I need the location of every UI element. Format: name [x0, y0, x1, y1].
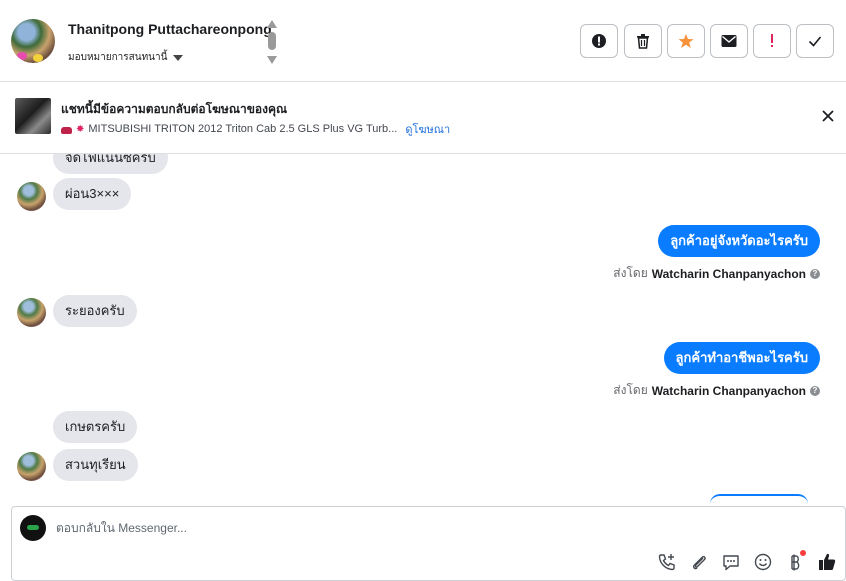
delete-button[interactable]: [624, 24, 662, 58]
message-composer: [11, 506, 846, 581]
conversation-nav[interactable]: [266, 20, 278, 66]
exclamation-icon: [771, 34, 773, 47]
ad-context-bar: แชทนี้มีข้อความตอบกลับต่อโฆษณาของคุณ ✸ M…: [0, 82, 846, 154]
ad-thumbnail[interactable]: [15, 98, 51, 134]
ad-description: ✸ MITSUBISHI TRITON 2012 Triton Cab 2.5 …: [61, 120, 450, 138]
message-bubble-outgoing: ลูกค้าอยู่จังหวัดอะไรครับ: [658, 225, 820, 257]
chevron-down-icon: [173, 54, 184, 61]
star-button[interactable]: [667, 24, 705, 58]
contact-avatar-small: [17, 298, 46, 327]
sent-by-label: ส่งโดย Watcharin Chanpanyachon ?: [613, 381, 820, 400]
checkmark-icon: [808, 36, 822, 47]
burst-emoji-icon: ✸: [76, 123, 85, 135]
message-bubble-incoming: จัดไฟแนนซ์ครับ: [53, 154, 168, 174]
contact-avatar-small: [17, 452, 46, 481]
mark-unread-button[interactable]: [710, 24, 748, 58]
sender-name: Watcharin Chanpanyachon: [651, 266, 806, 281]
message-bubble-outgoing: ลูกค้าทำอาชีพอะไรครับ: [663, 342, 820, 374]
composer-toolbar: [657, 550, 837, 574]
ad-notice-title: แชทนี้มีข้อความตอบกลับต่อโฆษณาของคุณ: [61, 102, 288, 116]
phone-plus-icon[interactable]: [657, 552, 677, 572]
arrow-up-icon[interactable]: [267, 20, 277, 28]
trash-icon: [637, 34, 649, 49]
view-ad-link[interactable]: ดูโฆษณา: [405, 120, 450, 138]
sent-by-prefix: ส่งโดย: [613, 266, 648, 280]
close-icon[interactable]: [820, 108, 836, 124]
mail-icon: [721, 35, 737, 47]
contact-avatar-small: [17, 182, 46, 211]
message-thread[interactable]: จัดไฟแนนซ์ครับ ผ่อน3××× ลูกค้าอยู่จังหวั…: [0, 154, 846, 506]
car-emoji-icon: [61, 126, 72, 134]
nav-handle-icon: [268, 32, 276, 50]
mark-done-button[interactable]: [796, 24, 834, 58]
page-avatar: [20, 515, 46, 541]
sender-name: Watcharin Chanpanyachon: [651, 383, 806, 398]
assign-label: มอบหมายการสนทนานี้: [68, 52, 168, 63]
help-icon[interactable]: ?: [810, 385, 820, 396]
message-bubble-incoming: สวนทุเรียน: [53, 449, 138, 481]
star-icon: [678, 34, 694, 48]
notification-dot: [800, 550, 806, 556]
report-spam-button[interactable]: [580, 24, 618, 58]
message-bubble-incoming: ระยองครับ: [53, 295, 137, 327]
sent-by-prefix: ส่งโดย: [613, 383, 648, 397]
report-spam-icon: [592, 34, 606, 48]
message-bubble-incoming: เกษตรครับ: [53, 411, 138, 443]
paperclip-icon[interactable]: [689, 552, 709, 572]
baht-payment-icon[interactable]: [785, 550, 806, 572]
contact-avatar[interactable]: [11, 19, 55, 63]
contact-name[interactable]: Thanitpong Puttachareonpong: [68, 21, 272, 37]
reply-input[interactable]: [56, 521, 616, 535]
thumbs-up-icon[interactable]: [817, 552, 837, 572]
arrow-down-icon[interactable]: [267, 56, 277, 64]
conversation-header: Thanitpong Puttachareonpong มอบหมายการสน…: [0, 0, 846, 82]
assign-conversation-dropdown[interactable]: มอบหมายการสนทนานี้: [68, 50, 184, 65]
sent-by-label: ส่งโดย Watcharin Chanpanyachon ?: [613, 264, 820, 283]
emoji-icon[interactable]: [753, 552, 773, 572]
message-bubble-outgoing-partial: [710, 494, 808, 506]
help-icon[interactable]: ?: [810, 268, 820, 279]
follow-up-button[interactable]: [753, 24, 791, 58]
ad-description-text: MITSUBISHI TRITON 2012 Triton Cab 2.5 GL…: [88, 123, 398, 135]
saved-replies-icon[interactable]: [721, 552, 741, 572]
message-bubble-incoming: ผ่อน3×××: [53, 178, 132, 210]
